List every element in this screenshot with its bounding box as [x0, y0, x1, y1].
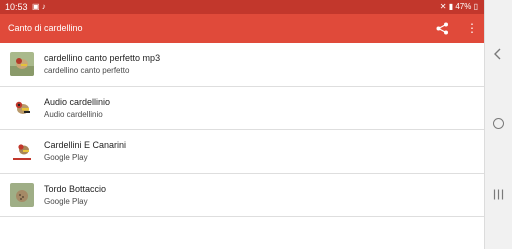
status-left-icons: ▣ ♪ — [32, 2, 46, 11]
system-nav-bar — [484, 0, 512, 249]
home-icon[interactable] — [493, 118, 504, 129]
battery-icon: ▯ — [473, 2, 478, 11]
share-icon[interactable] — [436, 22, 449, 40]
item-title: Tordo Bottaccio — [44, 183, 107, 194]
item-subtitle: Google Play — [44, 153, 88, 162]
list-item[interactable]: cardellino canto perfetto mp3 cardellino… — [0, 43, 484, 87]
mute-icon: ✕ — [439, 2, 447, 11]
list-item[interactable]: Tordo Bottaccio Google Play — [0, 174, 484, 217]
music-note-icon: ♪ — [41, 2, 46, 11]
list-item[interactable]: Audio cardellinio Audio cardellinio — [0, 87, 484, 130]
item-title: cardellino canto perfetto mp3 — [44, 53, 161, 63]
item-subtitle: Google Play — [44, 196, 88, 206]
status-time: 10:53 — [5, 2, 28, 12]
item-subtitle: cardellino canto perfetto — [44, 66, 130, 75]
image-icon: ▣ — [32, 2, 40, 11]
more-vert-icon[interactable]: ⋮ — [466, 22, 478, 34]
result-list: cardellino canto perfetto mp3 cardellino… — [0, 43, 484, 217]
back-icon[interactable] — [493, 47, 503, 65]
app-title: Canto di cardellino — [8, 23, 83, 33]
thrush-thumbnail — [10, 182, 34, 207]
status-bar: 10:53 ▣ ♪ ✕ ▮ 47% ▯ — [0, 0, 484, 14]
item-subtitle: Audio cardellinio — [44, 109, 103, 119]
goldfinch-thumbnail — [10, 95, 34, 120]
app-bar: Canto di cardellino ⋮ — [0, 14, 484, 43]
goldfinch-thumbnail — [10, 52, 34, 76]
signal-icon: ▮ — [448, 2, 454, 11]
recents-icon[interactable] — [493, 187, 504, 205]
battery-text: 47% — [455, 2, 472, 11]
item-title: Cardellini E Canarini — [44, 140, 127, 150]
list-item[interactable]: Cardellini E Canarini Google Play — [0, 130, 484, 174]
item-title: Audio cardellinio — [44, 96, 111, 107]
status-right-icons: ✕ ▮ 47% ▯ — [440, 2, 478, 11]
goldfinch-logo-thumbnail — [10, 139, 34, 163]
